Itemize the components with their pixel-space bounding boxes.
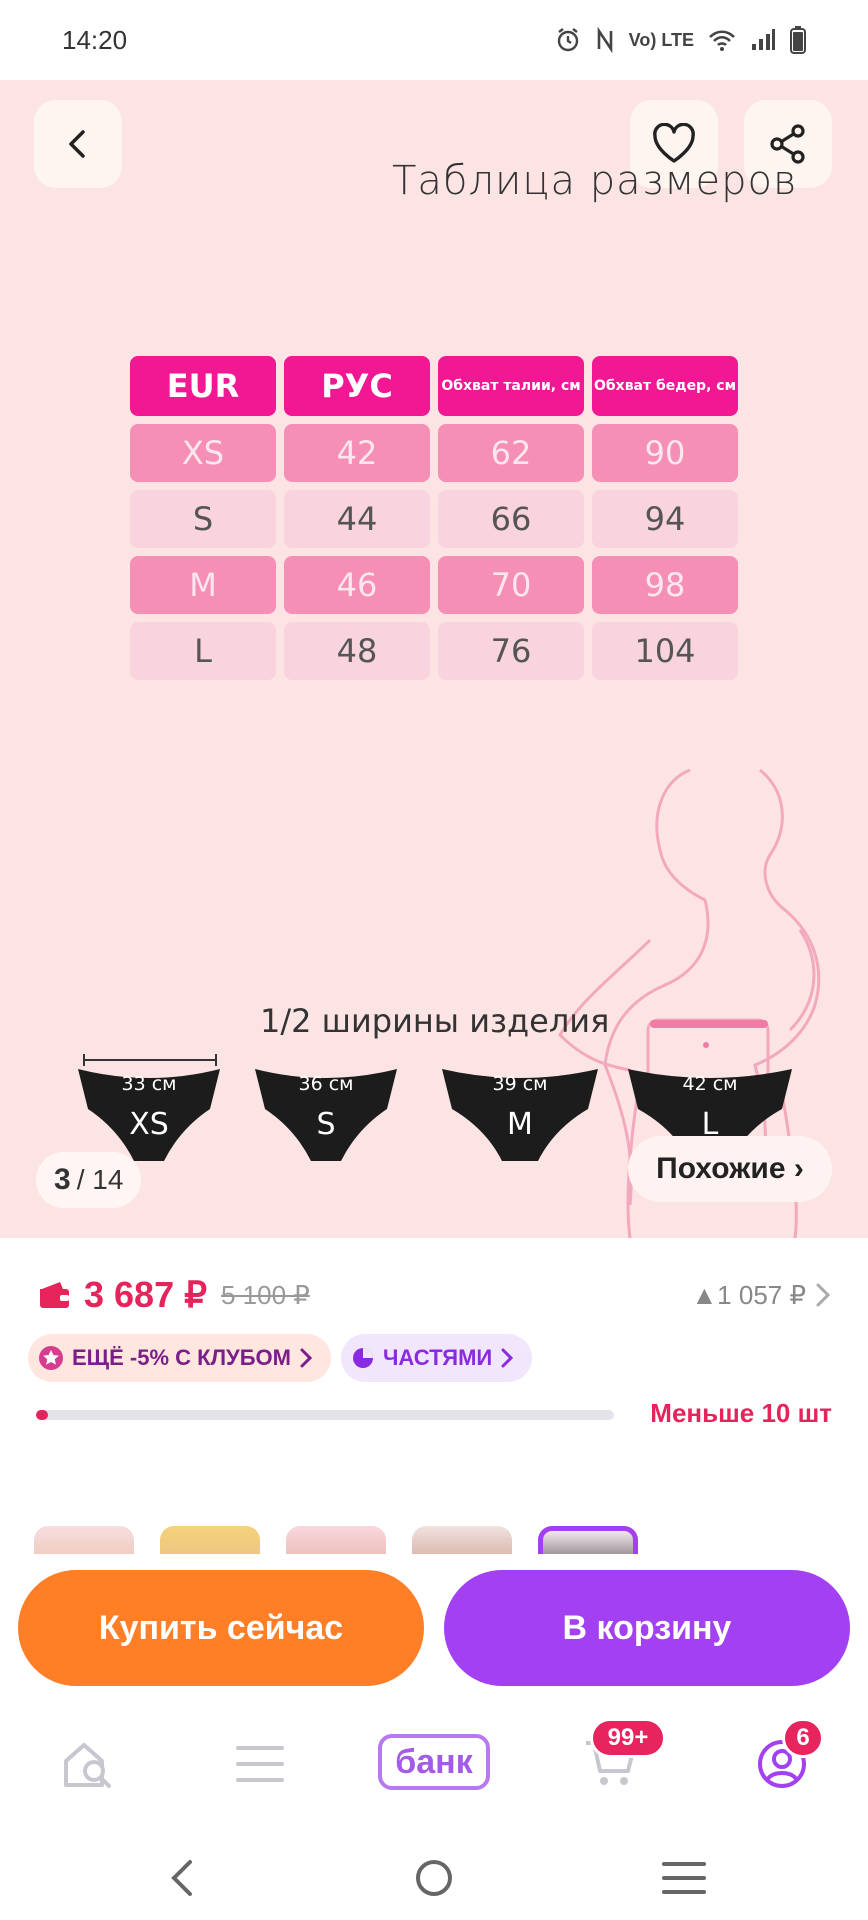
bottom-navigation: банк 99+ 6	[0, 1692, 868, 1832]
status-bar: 14:20 Vo) LTE	[0, 0, 868, 80]
action-bar: Купить сейчас В корзину	[0, 1554, 868, 1692]
panty-width-label: 33 см	[121, 1073, 177, 1095]
panty-width-label: 42 см	[682, 1073, 738, 1095]
size-table-cell: 70	[438, 556, 584, 614]
size-table-header: РУС	[284, 356, 430, 416]
image-counter-current: 3	[54, 1163, 71, 1196]
product-image-gallery[interactable]: Таблица размеров EUR РУС Обхват талии, с…	[0, 80, 868, 1238]
size-table-header: EUR	[130, 356, 276, 416]
system-recents-icon[interactable]	[662, 1860, 706, 1896]
wifi-icon	[709, 30, 735, 51]
bonus-points-value: ▲1 057 ₽	[691, 1279, 806, 1310]
bonus-points[interactable]: ▲1 057 ₽	[691, 1280, 832, 1311]
size-table-cell: 44	[284, 490, 430, 548]
size-table-cell: 90	[592, 424, 738, 482]
stock-progress-bar	[36, 1410, 614, 1420]
panty-width-label: 39 см	[492, 1073, 548, 1095]
menu-icon	[236, 1746, 284, 1782]
stock-progress-fill	[36, 1410, 48, 1420]
similar-button[interactable]: Похожие ›	[628, 1136, 832, 1202]
size-table-cell: 62	[438, 424, 584, 482]
size-table-cell: 48	[284, 622, 430, 680]
price-row: 3 687 ₽ 5 100 ₽ ▲1 057 ₽	[38, 1270, 832, 1320]
system-home-icon[interactable]	[414, 1858, 454, 1898]
size-table-header: Обхват бедер, см	[592, 356, 738, 416]
size-table-cell: 42	[284, 424, 430, 482]
panty-size-label: M	[507, 1107, 533, 1142]
nav-catalog[interactable]	[220, 1732, 300, 1796]
home-search-icon	[64, 1743, 111, 1788]
size-table-cell: XS	[130, 424, 276, 482]
size-table-cell: 98	[592, 556, 738, 614]
image-counter-total: / 14	[76, 1164, 124, 1195]
image-counter: 3 / 14	[36, 1152, 142, 1208]
chevron-left-icon	[69, 130, 85, 158]
product-page: 14:20 Vo) LTE Таблица размеров EUR РУС О…	[0, 0, 868, 1920]
size-table-cell: S	[130, 490, 276, 548]
pay-in-parts-chip[interactable]: ЧАСТЯМИ	[340, 1334, 533, 1382]
chevron-right-icon	[816, 1283, 831, 1307]
size-table-cell: L	[130, 622, 276, 680]
size-table-header: Обхват талии, см	[438, 356, 584, 416]
stock-label: Меньше 10 шт	[650, 1398, 832, 1428]
system-back-icon[interactable]	[168, 1858, 198, 1898]
pay-in-parts-label: ЧАСТЯМИ	[382, 1345, 493, 1370]
size-table-cell: 76	[438, 622, 584, 680]
panty-size-label: S	[316, 1107, 336, 1142]
current-price: 3 687 ₽	[84, 1274, 207, 1315]
system-navigation	[0, 1832, 868, 1920]
price-card: 3 687 ₽ 5 100 ₽ ▲1 057 ₽ ЕЩЁ -5% С КЛУБО…	[0, 1238, 868, 1468]
status-icons: Vo) LTE	[555, 26, 806, 54]
size-table-cell: 66	[438, 490, 584, 548]
club-discount-chip[interactable]: ЕЩЁ -5% С КЛУБОМ	[28, 1334, 331, 1382]
star-badge-icon	[39, 1346, 63, 1370]
nav-bank[interactable]: банк	[378, 1734, 490, 1790]
old-price: 5 100 ₽	[221, 1279, 310, 1310]
nfc-icon	[597, 27, 612, 53]
chevron-right-icon	[501, 1348, 514, 1368]
half-width-label: 1/2 ширины изделия	[260, 1002, 610, 1040]
battery-icon	[790, 26, 806, 54]
signal-icon	[752, 29, 775, 50]
add-to-cart-button[interactable]: В корзину	[444, 1570, 850, 1686]
profile-badge: 6	[782, 1718, 824, 1758]
panty-xs: 33 см XS	[78, 1065, 220, 1165]
size-table-cell: 94	[592, 490, 738, 548]
size-table-cell: 46	[284, 556, 430, 614]
size-table: EUR РУС Обхват талии, см Обхват бедер, с…	[130, 356, 738, 680]
status-time: 14:20	[62, 24, 128, 55]
alarm-icon	[557, 28, 578, 52]
panty-s: 36 см S	[255, 1065, 397, 1165]
image-title: Таблица размеров	[392, 158, 798, 204]
pie-chart-icon	[352, 1348, 373, 1368]
chevron-right-icon	[300, 1348, 313, 1368]
panty-size-label: XS	[129, 1107, 169, 1142]
size-table-cell: 104	[592, 622, 738, 680]
back-button[interactable]	[34, 100, 122, 188]
cart-badge: 99+	[590, 1718, 666, 1758]
club-discount-label: ЕЩЁ -5% С КЛУБОМ	[72, 1345, 291, 1370]
buy-now-button[interactable]: Купить сейчас	[18, 1570, 424, 1686]
panty-m: 39 см M	[442, 1065, 598, 1165]
size-table-cell: M	[130, 556, 276, 614]
wallet-icon	[40, 1282, 69, 1308]
nav-home[interactable]	[48, 1732, 128, 1796]
promo-chips: ЕЩЁ -5% С КЛУБОМ ЧАСТЯМИ	[28, 1334, 533, 1382]
panty-width-label: 36 см	[298, 1073, 354, 1095]
volte-icon: Vo) LTE	[628, 29, 694, 50]
